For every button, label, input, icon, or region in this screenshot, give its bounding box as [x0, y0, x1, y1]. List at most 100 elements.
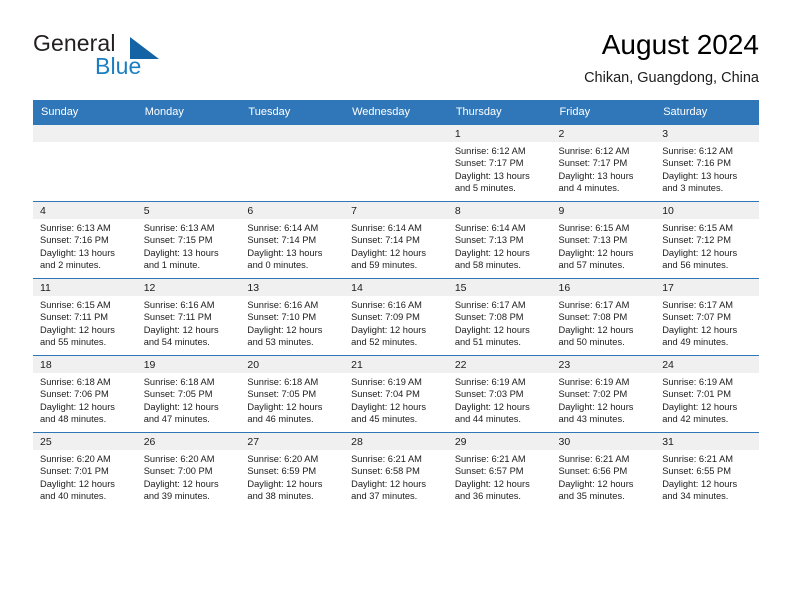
daylight-text-line1: Daylight: 12 hours [662, 401, 738, 412]
calendar-cell[interactable]: 7 Sunrise: 6:14 AM Sunset: 7:14 PM Daylight… [344, 201, 448, 279]
calendar-day: 6 Sunrise: 6:14 AM Sunset: 7:14 PM Daylight… [240, 202, 345, 278]
daylight-text-line2: and 2 minutes. [40, 260, 101, 271]
sunrise-text: Sunrise: 6:12 AM [454, 146, 526, 157]
calendar-cell[interactable]: 20 Sunrise: 6:18 AM Sunset: 7:05 PM Dayligh… [240, 355, 345, 433]
sunrise-text: Sunrise: 6:20 AM [247, 454, 319, 465]
daylight-text-line1: Daylight: 12 hours [247, 401, 323, 412]
sunrise-text: Sunrise: 6:18 AM [40, 377, 111, 388]
calendar-cell[interactable]: 5 Sunrise: 6:13 AM Sunset: 7:15 PM Daylight… [136, 201, 241, 279]
sunrise-text: Sunrise: 6:17 AM [662, 300, 734, 311]
calendar-cell[interactable]: 18 Sunrise: 6:18 AM Sunset: 7:06 PM Dayligh… [33, 355, 137, 433]
page-header: General Blue August 2024 Chikan, Guangdo… [0, 0, 792, 86]
calendar-cell[interactable] [33, 124, 137, 202]
sunrise-text: Sunrise: 6:19 AM [558, 377, 630, 388]
daylight-text-line2: and 59 minutes. [351, 260, 418, 271]
sunrise-text: Sunrise: 6:14 AM [351, 223, 422, 234]
calendar-cell[interactable]: 24 Sunrise: 6:19 AM Sunset: 7:01 PM Dayligh… [655, 355, 759, 433]
calendar-cell[interactable] [240, 124, 345, 202]
day-details: Sunrise: 6:16 AM Sunset: 7:09 PM Daylight:… [344, 296, 448, 349]
calendar-cell[interactable]: 28 Sunrise: 6:21 AM Sunset: 6:58 PM Dayligh… [344, 432, 448, 510]
calendar-cell[interactable]: 6 Sunrise: 6:14 AM Sunset: 7:14 PM Daylight… [240, 201, 345, 279]
day-number: 31 [655, 433, 759, 451]
calendar-cell[interactable]: 17 Sunrise: 6:17 AM Sunset: 7:07 PM Dayligh… [655, 278, 759, 356]
daylight-text-line1: Daylight: 12 hours [143, 478, 219, 489]
calendar-cell[interactable]: 19 Sunrise: 6:18 AM Sunset: 7:05 PM Dayligh… [136, 355, 241, 433]
sunset-text: Sunset: 7:08 PM [558, 312, 628, 323]
sunset-text: Sunset: 7:16 PM [40, 235, 109, 246]
sunset-text: Sunset: 7:05 PM [143, 389, 213, 400]
calendar-cell[interactable]: 31 Sunrise: 6:21 AM Sunset: 6:55 PM Dayligh… [655, 432, 759, 510]
sunset-text: Sunset: 6:55 PM [662, 466, 731, 477]
day-details: Sunrise: 6:19 AM Sunset: 7:02 PM Daylight:… [552, 373, 656, 426]
calendar-day: 25 Sunrise: 6:20 AM Sunset: 7:01 PM Dayligh… [33, 433, 137, 509]
daylight-text-line2: and 5 minutes. [454, 183, 516, 194]
calendar-day: 8 Sunrise: 6:14 AM Sunset: 7:13 PM Daylight… [447, 202, 552, 278]
calendar-cell[interactable]: 22 Sunrise: 6:19 AM Sunset: 7:03 PM Dayligh… [447, 355, 552, 433]
calendar-day: 16 Sunrise: 6:17 AM Sunset: 7:08 PM Dayligh… [551, 279, 656, 355]
calendar-cell[interactable]: 3 Sunrise: 6:12 AM Sunset: 7:16 PM Daylight… [655, 124, 759, 202]
calendar-cell[interactable]: 21 Sunrise: 6:19 AM Sunset: 7:04 PM Dayligh… [344, 355, 448, 433]
calendar-page: General Blue August 2024 Chikan, Guangdo… [0, 0, 792, 612]
calendar-cell[interactable]: 9 Sunrise: 6:15 AM Sunset: 7:13 PM Daylight… [551, 201, 656, 279]
sunset-text: Sunset: 7:01 PM [662, 389, 731, 400]
day-number: 8 [447, 202, 552, 220]
daylight-text-line1: Daylight: 12 hours [143, 401, 219, 412]
day-details: Sunrise: 6:21 AM Sunset: 6:55 PM Daylight:… [655, 450, 759, 503]
calendar-cell[interactable] [136, 124, 241, 202]
calendar-cell[interactable]: 25 Sunrise: 6:20 AM Sunset: 7:01 PM Dayligh… [33, 432, 137, 510]
sunrise-text: Sunrise: 6:21 AM [558, 454, 630, 465]
sunset-text: Sunset: 7:08 PM [454, 312, 524, 323]
calendar-cell[interactable]: 30 Sunrise: 6:21 AM Sunset: 6:56 PM Dayligh… [551, 432, 656, 510]
daylight-text-line1: Daylight: 13 hours [247, 247, 323, 258]
calendar-day: 14 Sunrise: 6:16 AM Sunset: 7:09 PM Dayligh… [344, 279, 448, 355]
calendar-cell[interactable]: 2 Sunrise: 6:12 AM Sunset: 7:17 PM Daylight… [551, 124, 656, 202]
weekday-header-wednesday: Wednesday [344, 100, 448, 125]
day-details: Sunrise: 6:14 AM Sunset: 7:14 PM Daylight:… [240, 219, 344, 272]
calendar-day: 10 Sunrise: 6:15 AM Sunset: 7:12 PM Dayligh… [655, 202, 759, 278]
calendar-cell[interactable]: 15 Sunrise: 6:17 AM Sunset: 7:08 PM Dayligh… [447, 278, 552, 356]
daylight-text-line1: Daylight: 12 hours [40, 401, 115, 412]
calendar-cell[interactable]: 27 Sunrise: 6:20 AM Sunset: 6:59 PM Dayligh… [240, 432, 345, 510]
calendar-day: 31 Sunrise: 6:21 AM Sunset: 6:55 PM Dayligh… [655, 433, 759, 509]
day-number: 30 [551, 433, 656, 451]
calendar-cell[interactable]: 16 Sunrise: 6:17 AM Sunset: 7:08 PM Dayligh… [551, 278, 656, 356]
page-title: August 2024 [601, 29, 759, 60]
daylight-text-line2: and 42 minutes. [662, 414, 729, 425]
calendar-cell[interactable]: 14 Sunrise: 6:16 AM Sunset: 7:09 PM Dayligh… [344, 278, 448, 356]
sunrise-text: Sunrise: 6:21 AM [351, 454, 422, 465]
calendar-cell[interactable]: 12 Sunrise: 6:16 AM Sunset: 7:11 PM Dayligh… [136, 278, 241, 356]
sunset-text: Sunset: 6:59 PM [247, 466, 317, 477]
calendar-cell[interactable]: 4 Sunrise: 6:13 AM Sunset: 7:16 PM Daylight… [33, 201, 137, 279]
day-number: 29 [447, 433, 552, 451]
day-details: Sunrise: 6:21 AM Sunset: 6:58 PM Daylight:… [344, 450, 448, 503]
day-details: Sunrise: 6:21 AM Sunset: 6:56 PM Daylight:… [552, 450, 656, 503]
day-details: Sunrise: 6:17 AM Sunset: 7:08 PM Daylight:… [448, 296, 552, 349]
daylight-text-line1: Daylight: 12 hours [351, 247, 427, 258]
calendar-day: 19 Sunrise: 6:18 AM Sunset: 7:05 PM Dayligh… [136, 356, 241, 432]
day-number [344, 125, 448, 143]
calendar-week-row: 18 Sunrise: 6:18 AM Sunset: 7:06 PM Dayligh… [33, 355, 759, 433]
daylight-text-line2: and 44 minutes. [454, 414, 521, 425]
calendar-cell[interactable]: 29 Sunrise: 6:21 AM Sunset: 6:57 PM Dayligh… [447, 432, 552, 510]
calendar-cell[interactable]: 26 Sunrise: 6:20 AM Sunset: 7:00 PM Dayligh… [136, 432, 241, 510]
calendar-day: 15 Sunrise: 6:17 AM Sunset: 7:08 PM Dayligh… [447, 279, 552, 355]
calendar-cell[interactable]: 13 Sunrise: 6:16 AM Sunset: 7:10 PM Dayligh… [240, 278, 345, 356]
daylight-text-line2: and 45 minutes. [351, 414, 418, 425]
brand-logo[interactable]: General Blue [33, 26, 193, 82]
calendar-cell[interactable]: 8 Sunrise: 6:14 AM Sunset: 7:13 PM Daylight… [447, 201, 552, 279]
calendar-day: 9 Sunrise: 6:15 AM Sunset: 7:13 PM Daylight… [551, 202, 656, 278]
daylight-text-line2: and 53 minutes. [247, 337, 314, 348]
day-details: Sunrise: 6:14 AM Sunset: 7:14 PM Daylight:… [344, 219, 448, 272]
daylight-text-line1: Daylight: 12 hours [558, 401, 634, 412]
calendar-day: 1 Sunrise: 6:12 AM Sunset: 7:17 PM Daylight… [447, 125, 552, 201]
daylight-text-line1: Daylight: 12 hours [662, 247, 738, 258]
daylight-text-line2: and 47 minutes. [143, 414, 210, 425]
sunrise-text: Sunrise: 6:15 AM [40, 300, 111, 311]
calendar-cell[interactable]: 1 Sunrise: 6:12 AM Sunset: 7:17 PM Daylight… [447, 124, 552, 202]
sunrise-text: Sunrise: 6:20 AM [40, 454, 111, 465]
calendar-cell[interactable]: 23 Sunrise: 6:19 AM Sunset: 7:02 PM Dayligh… [551, 355, 656, 433]
calendar-cell[interactable] [344, 124, 448, 202]
calendar-cell[interactable]: 10 Sunrise: 6:15 AM Sunset: 7:12 PM Dayligh… [655, 201, 759, 279]
daylight-text-line2: and 46 minutes. [247, 414, 314, 425]
calendar-cell[interactable]: 11 Sunrise: 6:15 AM Sunset: 7:11 PM Dayligh… [33, 278, 137, 356]
